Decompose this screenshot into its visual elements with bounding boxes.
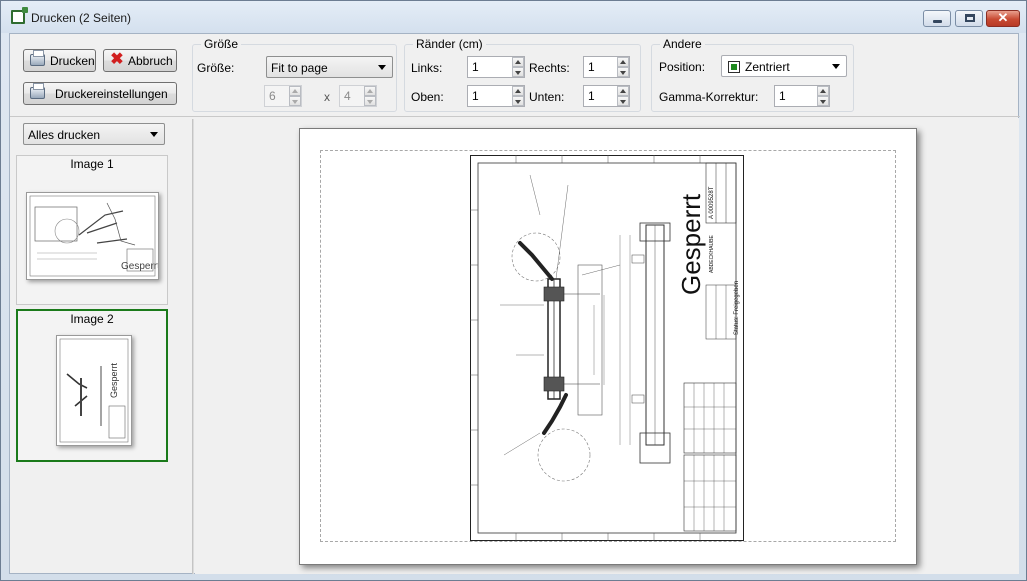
position-color-icon: [728, 61, 740, 73]
cancel-button[interactable]: ✖ Abbruch: [103, 49, 177, 72]
height-up-arrow-icon[interactable]: [364, 86, 376, 96]
part-name-text: ABDECKHAUBE: [709, 235, 715, 273]
margin-bottom-stepper[interactable]: 1: [583, 85, 630, 107]
height-down-arrow-icon[interactable]: [364, 96, 376, 106]
thumbnail-label: Image 2: [70, 312, 114, 326]
size-mode-select[interactable]: Fit to page: [266, 56, 393, 78]
window-title: Drucken (2 Seiten): [31, 11, 132, 25]
chevron-down-icon: [832, 64, 840, 69]
technical-drawing: A 0009528T ABDECKHAUBE Status: Freigegeb…: [470, 155, 744, 541]
width-down-arrow-icon[interactable]: [289, 96, 301, 106]
margin-left-label: Links:: [411, 61, 443, 75]
maximize-button[interactable]: [955, 10, 983, 27]
preview-page: A 0009528T ABDECKHAUBE Status: Freigegeb…: [299, 128, 917, 565]
drawing-number-text: A 0009528T: [709, 186, 715, 219]
cancel-icon: ✖: [110, 51, 124, 68]
printer-settings-button[interactable]: Druckereinstellungen: [23, 82, 177, 105]
gamma-label: Gamma-Korrektur:: [659, 90, 759, 104]
chevron-down-icon: [378, 65, 386, 70]
width-stepper[interactable]: 6: [264, 85, 302, 107]
margin-bottom-label: Unten:: [529, 90, 565, 104]
toolbar-divider: [10, 116, 1020, 117]
close-icon: ✕: [997, 10, 1009, 25]
status-text: Status: Freigegeben: [734, 281, 740, 335]
margin-right-stepper[interactable]: 1: [583, 56, 630, 78]
gamma-down-arrow-icon[interactable]: [817, 96, 829, 106]
printer-settings-icon: [30, 83, 45, 99]
gamma-stepper[interactable]: 1: [774, 85, 830, 107]
position-select[interactable]: Zentriert: [721, 55, 847, 77]
chevron-down-icon: [150, 132, 158, 137]
margin-bottom-up-arrow-icon[interactable]: [617, 86, 629, 96]
print-dialog-window: Drucken (2 Seiten) ✕ Drucken ✖ Abbruch D…: [0, 0, 1027, 581]
panel-splitter[interactable]: [192, 119, 194, 574]
thumbnail-label: Image 1: [70, 157, 114, 171]
minimize-button[interactable]: [923, 10, 951, 27]
size-group-label: Größe: [201, 37, 242, 51]
watermark-text: Gesperrt: [676, 193, 706, 295]
width-up-arrow-icon[interactable]: [289, 86, 301, 96]
thumbnail-image-1[interactable]: Image 1 Gesperrt: [16, 155, 168, 305]
print-preview-area: A 0009528T ABDECKHAUBE Status: Freigegeb…: [195, 118, 1019, 574]
other-group: Andere Position: Zentriert Gamma-Korrekt…: [651, 37, 854, 112]
margin-left-stepper[interactable]: 1: [467, 56, 525, 78]
margin-top-stepper[interactable]: 1: [467, 85, 525, 107]
margin-right-label: Rechts:: [529, 61, 570, 75]
print-button[interactable]: Drucken: [23, 49, 96, 72]
margin-top-up-arrow-icon[interactable]: [512, 86, 524, 96]
size-times-label: x: [324, 90, 330, 104]
dialog-client: Drucken ✖ Abbruch Druckereinstellungen G…: [9, 33, 1020, 574]
thumbnail-page-2: Gesperrt: [56, 335, 132, 446]
margin-top-label: Oben:: [411, 90, 444, 104]
other-group-label: Andere: [660, 37, 705, 51]
minimize-icon: [933, 20, 942, 23]
margin-left-up-arrow-icon[interactable]: [512, 57, 524, 67]
height-stepper[interactable]: 4: [339, 85, 377, 107]
thumbnail-drawing-portrait: Gesperrt: [59, 338, 129, 443]
margin-bottom-down-arrow-icon[interactable]: [617, 96, 629, 106]
gamma-up-arrow-icon[interactable]: [817, 86, 829, 96]
printer-icon: [30, 50, 45, 66]
page-range-select[interactable]: Alles drucken: [23, 123, 165, 145]
maximize-icon: [965, 14, 975, 22]
margin-right-down-arrow-icon[interactable]: [617, 67, 629, 77]
margins-group-label: Ränder (cm): [413, 37, 486, 51]
size-label: Größe:: [197, 61, 235, 75]
margin-right-up-arrow-icon[interactable]: [617, 57, 629, 67]
size-group: Größe Größe: Fit to page 6 x 4: [192, 37, 397, 112]
thumbnail-image-2[interactable]: Image 2 Gesperrt: [16, 309, 168, 462]
thumbnail-watermark: Gesperrt: [109, 362, 119, 398]
close-button[interactable]: ✕: [986, 10, 1020, 27]
app-icon: [11, 7, 28, 24]
thumbnail-page-1: Gesperrt: [26, 192, 160, 280]
margins-group: Ränder (cm) Links: 1 Rechts: 1 Oben: 1 U…: [404, 37, 641, 112]
title-bar[interactable]: Drucken (2 Seiten) ✕: [1, 1, 1026, 33]
margin-top-down-arrow-icon[interactable]: [512, 96, 524, 106]
margin-left-down-arrow-icon[interactable]: [512, 67, 524, 77]
position-label: Position:: [659, 60, 706, 74]
thumbnail-watermark: Gesperrt: [121, 261, 158, 272]
thumbnail-drawing-landscape: Gesperrt: [29, 195, 160, 277]
